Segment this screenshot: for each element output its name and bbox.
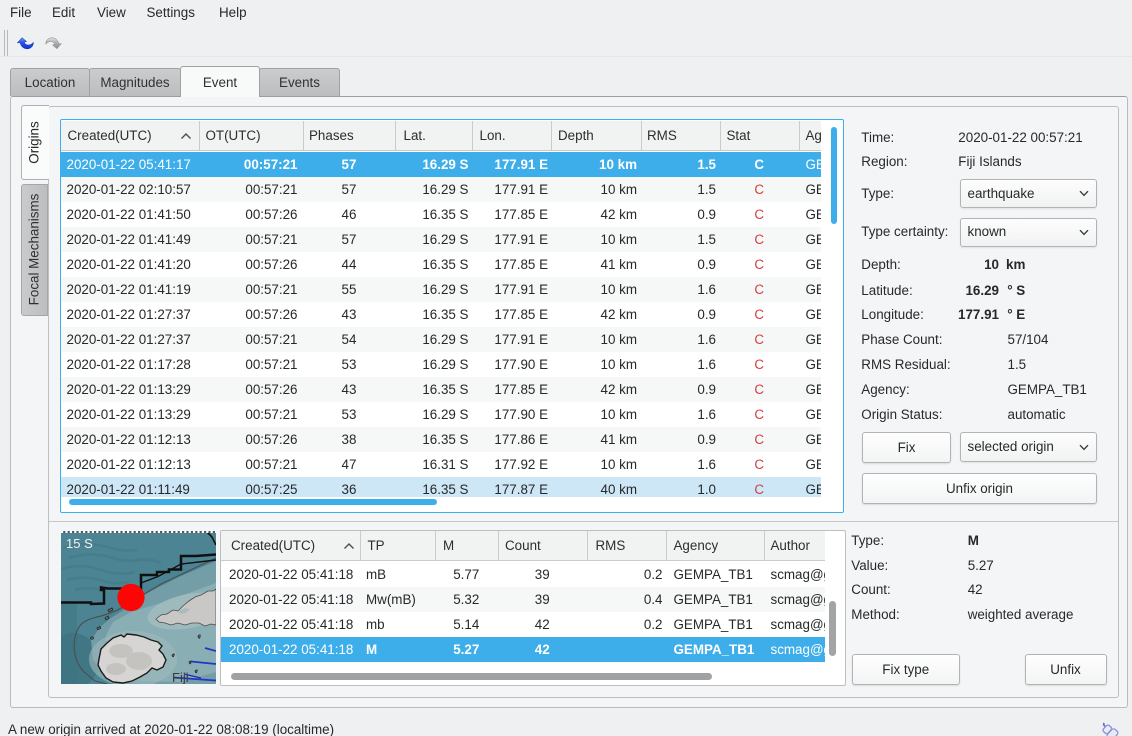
svg-text:15 S: 15 S [66,536,93,551]
svg-text:Fiji: Fiji [172,670,189,684]
